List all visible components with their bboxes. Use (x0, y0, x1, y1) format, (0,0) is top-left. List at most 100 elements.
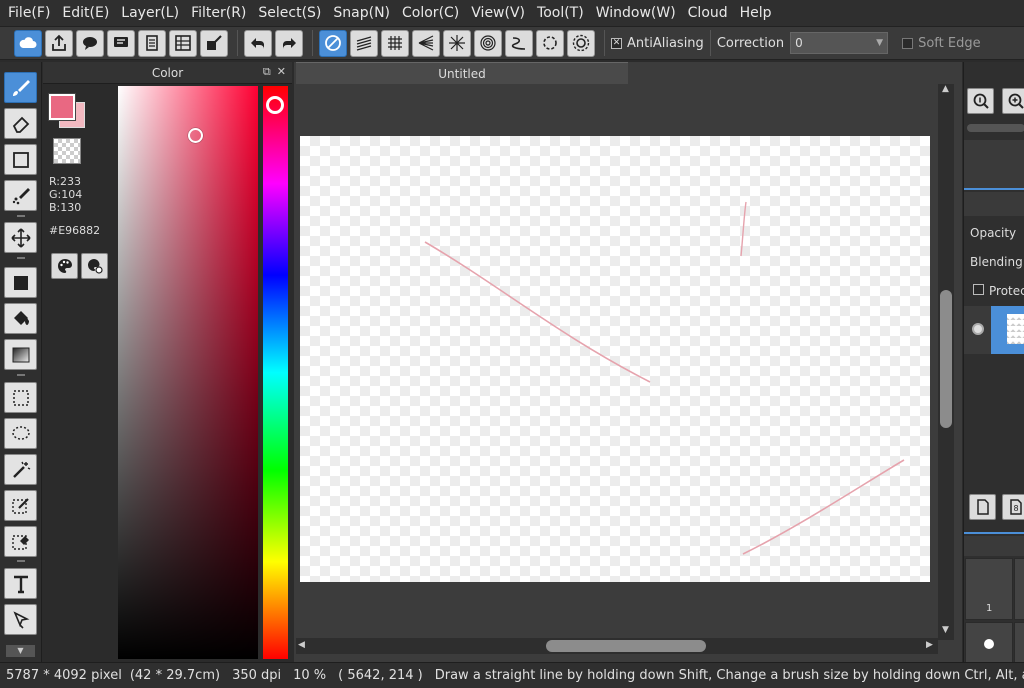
menu-view[interactable]: View(V) (465, 0, 531, 26)
color-picker-marker[interactable] (188, 128, 203, 143)
menu-snap[interactable]: Snap(N) (327, 0, 396, 26)
snap-parallel-button[interactable] (350, 29, 378, 57)
cloud-button[interactable] (14, 29, 42, 57)
panel-layout-button[interactable] (169, 29, 197, 57)
zoom-fit-button[interactable] (967, 88, 994, 114)
new-8bit-layer-button[interactable]: 8 (1002, 494, 1024, 520)
undo-button[interactable] (244, 29, 272, 57)
snap-curve-button[interactable] (505, 29, 533, 57)
export-button[interactable] (45, 29, 73, 57)
lasso-icon (11, 425, 30, 440)
magic-wand-tool[interactable] (4, 454, 37, 485)
antialiasing-checkbox[interactable]: ✕ (611, 37, 622, 49)
brush-tool[interactable] (4, 72, 37, 103)
horizontal-scroll-thumb[interactable] (546, 640, 706, 652)
menu-select[interactable]: Select(S) (252, 0, 327, 26)
palette-button[interactable] (51, 253, 78, 279)
close-icon[interactable]: ✕ (277, 65, 286, 79)
protect-checkbox[interactable] (973, 284, 984, 295)
snap-grid-button[interactable] (381, 29, 409, 57)
zoom-in-button[interactable] (1002, 88, 1024, 114)
protect-label: Protect (989, 284, 1024, 298)
chevron-down-icon: ▼ (876, 38, 884, 48)
color-panel: Color ⧉ ✕ R:233 G:104 B:130 #E96882 (43, 62, 292, 662)
scroll-down-icon[interactable]: ▼ (942, 625, 949, 635)
spray-brush-icon (12, 187, 30, 204)
snap-perspective-button[interactable] (412, 29, 440, 57)
vertical-scroll-thumb[interactable] (940, 290, 952, 428)
lasso-tool[interactable] (4, 418, 37, 449)
transparent-color-swatch[interactable] (53, 138, 81, 164)
hint-text: Draw a straight line by holding down Shi… (434, 668, 1024, 683)
expand-tools-icon[interactable]: ▼ (6, 645, 35, 657)
scroll-left-icon[interactable]: ◀ (298, 640, 305, 650)
snap-concentric-button[interactable] (474, 29, 502, 57)
brush-preset-cell[interactable]: 1 (965, 558, 1013, 620)
horizontal-scrollbar[interactable]: ◀ ▶ (296, 638, 938, 654)
move-tool[interactable] (4, 222, 37, 253)
eraser-icon (12, 116, 29, 133)
new-layer-button[interactable] (969, 494, 996, 520)
menu-cloud[interactable]: Cloud (682, 0, 734, 26)
zoom-slider[interactable] (967, 124, 1024, 132)
drawing-canvas[interactable] (300, 136, 930, 582)
menu-color[interactable]: Color(C) (396, 0, 465, 26)
scroll-right-icon[interactable]: ▶ (926, 640, 933, 650)
layer-visibility-icon[interactable] (972, 323, 984, 335)
page-button[interactable] (138, 29, 166, 57)
speech-bubble-button[interactable] (76, 29, 104, 57)
protect-row[interactable]: Protect (973, 284, 1024, 298)
shape-tool[interactable] (4, 144, 37, 175)
select-rect-tool[interactable] (4, 382, 37, 413)
saturation-value-picker[interactable] (118, 86, 258, 659)
select-eraser-tool[interactable] (4, 526, 37, 557)
snap-circle-button[interactable] (536, 29, 564, 57)
select-eraser-icon (11, 534, 29, 550)
palette-settings-button[interactable] (81, 253, 108, 279)
snap-settings-button[interactable] (567, 29, 595, 57)
menu-edit[interactable]: Edit(E) (56, 0, 115, 26)
text-tool[interactable] (4, 568, 37, 599)
snap-radial-button[interactable] (443, 29, 471, 57)
dot-brush-tool[interactable] (4, 180, 37, 211)
comment-button[interactable] (107, 29, 135, 57)
document-tab-title: Untitled (438, 66, 486, 81)
perspective-icon (418, 35, 434, 51)
brush-preset-cell[interactable] (1014, 622, 1024, 662)
svg-text:8: 8 (1013, 504, 1018, 513)
snap-off-button[interactable] (319, 29, 347, 57)
soft-edge-checkbox[interactable] (902, 37, 914, 49)
foreground-color-swatch[interactable] (49, 94, 75, 120)
menu-tool[interactable]: Tool(T) (531, 0, 590, 26)
scroll-up-icon[interactable]: ▲ (942, 84, 949, 94)
zoom-in-icon (1008, 93, 1024, 109)
bucket-tool[interactable] (4, 303, 37, 334)
hue-slider[interactable] (263, 86, 288, 659)
eraser-tool[interactable] (4, 108, 37, 139)
status-bar: 5787 * 4092 pixel (42 * 29.7cm) 350 dpi … (0, 662, 1024, 688)
correction-select[interactable]: 0 ▼ (790, 32, 889, 54)
settings-list-button[interactable] (200, 29, 228, 57)
select-pen-tool[interactable] (4, 490, 37, 521)
document-tab[interactable]: Untitled (296, 62, 628, 84)
panel-divider (964, 188, 1024, 190)
menu-window[interactable]: Window(W) (590, 0, 682, 26)
menu-layer[interactable]: Layer(L) (115, 0, 185, 26)
menu-filter[interactable]: Filter(R) (185, 0, 252, 26)
page-icon (146, 35, 158, 51)
brush-preset-cell[interactable] (965, 622, 1013, 662)
menu-file[interactable]: File(F) (2, 0, 56, 26)
menu-help[interactable]: Help (734, 0, 778, 26)
detach-icon[interactable]: ⧉ (263, 65, 271, 79)
redo-button[interactable] (275, 29, 303, 57)
hue-slider-handle[interactable] (266, 96, 284, 114)
fill-rect-tool[interactable] (4, 267, 37, 298)
vertical-scrollbar[interactable]: ▲ ▼ (938, 84, 954, 640)
gradient-tool[interactable] (4, 339, 37, 370)
no-snap-icon (325, 35, 341, 51)
brush-preset-cell[interactable] (1014, 558, 1024, 620)
layer-row[interactable] (964, 306, 1024, 354)
operation-tool[interactable] (4, 604, 37, 635)
brush-panel-header (964, 536, 1024, 556)
share-icon (52, 34, 66, 51)
